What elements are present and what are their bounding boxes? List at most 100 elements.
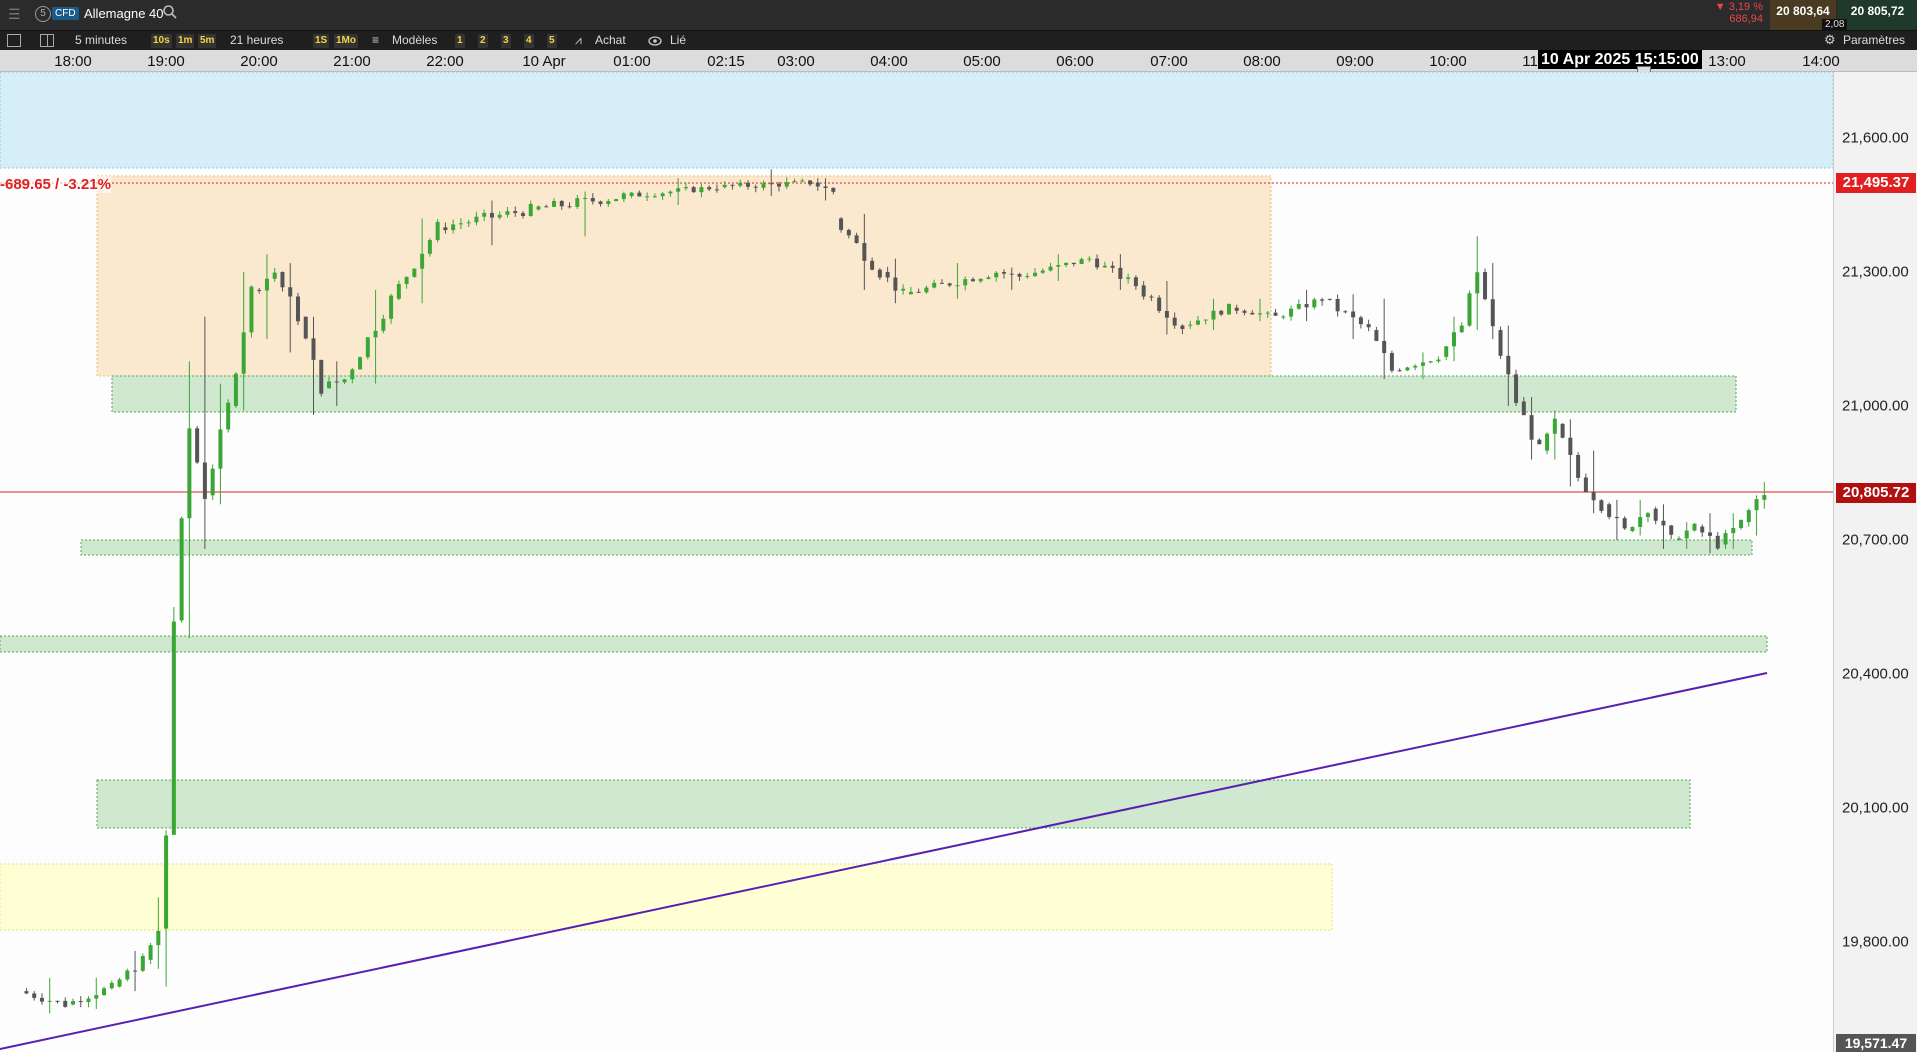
buy-button[interactable]: Achat bbox=[595, 33, 626, 47]
templates-icon[interactable]: ≡ bbox=[372, 33, 379, 47]
candle-body bbox=[1172, 317, 1177, 326]
step-icon[interactable]: 5 bbox=[35, 6, 51, 22]
price-axis: 21,600.00 21,495.37 21,300.00 21,000.00 … bbox=[1833, 72, 1917, 1052]
preset-5[interactable]: 5 bbox=[547, 34, 557, 48]
ask-price-button[interactable]: 20 805,72 bbox=[1838, 0, 1917, 30]
candle-body bbox=[1265, 312, 1270, 314]
candle-body bbox=[1653, 508, 1658, 521]
candle-body bbox=[365, 337, 370, 358]
candle-body bbox=[78, 1001, 83, 1003]
candle-body bbox=[1467, 293, 1472, 326]
list-icon[interactable] bbox=[7, 34, 21, 47]
candle-body bbox=[1250, 312, 1255, 315]
settings-button[interactable]: Paramètres bbox=[1843, 33, 1905, 47]
time-tick: 10 Apr bbox=[522, 53, 566, 70]
candle-body bbox=[1413, 365, 1418, 368]
quick-interval-1m[interactable]: 1m bbox=[176, 34, 195, 48]
price-tick: 20,700.00 bbox=[1842, 531, 1909, 549]
quick-interval-5m[interactable]: 5m bbox=[198, 34, 217, 48]
preset-3[interactable]: 3 bbox=[501, 34, 511, 48]
preset-2[interactable]: 2 bbox=[478, 34, 488, 48]
candle-body bbox=[745, 182, 750, 187]
candle-body bbox=[1304, 304, 1309, 308]
candlestick-plot[interactable] bbox=[0, 72, 1833, 1052]
candle-body bbox=[738, 182, 743, 186]
quick-range-1s[interactable]: 1S bbox=[313, 34, 330, 48]
eye-icon[interactable] bbox=[648, 35, 662, 49]
cursor-time-label: 10 Apr 2025 15:15:00 bbox=[1538, 50, 1702, 69]
price-tick: 19,800.00 bbox=[1842, 933, 1909, 951]
candle-body bbox=[1164, 310, 1169, 318]
candle-body bbox=[1723, 533, 1728, 545]
preset-1[interactable]: 1 bbox=[455, 34, 465, 48]
zone-green-3 bbox=[0, 635, 1768, 653]
candle-body bbox=[1583, 477, 1588, 492]
candle-body bbox=[1645, 513, 1650, 518]
candle-body bbox=[932, 282, 937, 288]
candle-body bbox=[808, 180, 813, 185]
time-tick: 01:00 bbox=[613, 53, 651, 70]
layout-icon[interactable] bbox=[40, 34, 54, 47]
price-tick: 20,100.00 bbox=[1842, 799, 1909, 817]
candle-body bbox=[831, 187, 836, 192]
search-icon[interactable] bbox=[162, 4, 178, 23]
candle-body bbox=[1281, 316, 1286, 318]
candle-body bbox=[1490, 299, 1495, 327]
candle-body bbox=[916, 291, 921, 293]
candle-body bbox=[32, 993, 37, 998]
candle-body bbox=[730, 184, 735, 186]
candle-body bbox=[327, 381, 332, 389]
candle-body bbox=[1754, 499, 1759, 511]
candle-body bbox=[1226, 303, 1231, 315]
price-chart[interactable]: -689.65 / -3.21% bbox=[0, 72, 1833, 1052]
time-axis: 18:00 19:00 20:00 21:00 22:00 10 Apr 01:… bbox=[0, 50, 1917, 76]
instrument-header: ☰ 5 CFD Allemagne 40 ▼ 3,19 % 686,94 20 … bbox=[0, 0, 1917, 31]
candle-body bbox=[233, 373, 238, 406]
menu-icon[interactable]: ☰ bbox=[8, 6, 21, 23]
preset-4[interactable]: 4 bbox=[524, 34, 534, 48]
candle-body bbox=[218, 429, 223, 469]
candle-body bbox=[1195, 320, 1200, 325]
interval-selector[interactable]: 5 minutes bbox=[75, 33, 127, 47]
candle-body bbox=[412, 268, 417, 277]
candle-body bbox=[179, 518, 184, 621]
time-tick: 07:00 bbox=[1150, 53, 1188, 70]
candle-body bbox=[311, 338, 316, 360]
candle-body bbox=[513, 211, 518, 214]
change-annotation: -689.65 / -3.21% bbox=[0, 176, 111, 193]
candle-body bbox=[1529, 415, 1534, 440]
candle-body bbox=[1149, 296, 1154, 298]
candle-body bbox=[722, 184, 727, 188]
candle-body bbox=[1110, 265, 1115, 268]
time-tick: 20:00 bbox=[240, 53, 278, 70]
candle-body bbox=[854, 235, 859, 244]
linked-button[interactable]: Lié bbox=[670, 33, 686, 47]
candle-body bbox=[427, 240, 432, 254]
candle-body bbox=[606, 201, 611, 205]
candle-body bbox=[1708, 532, 1713, 536]
buy-icon[interactable]: ⩘ bbox=[575, 33, 582, 48]
candle-body bbox=[1514, 374, 1519, 403]
quick-range-1mo[interactable]: 1Mo bbox=[334, 34, 358, 48]
templates-button[interactable]: Modèles bbox=[392, 33, 437, 47]
quick-interval-10s[interactable]: 10s bbox=[151, 34, 172, 48]
candle-body bbox=[1599, 500, 1604, 511]
time-tick: 18:00 bbox=[54, 53, 92, 70]
candle-body bbox=[528, 203, 533, 216]
time-tick: 21:00 bbox=[333, 53, 371, 70]
candle-body bbox=[1258, 313, 1263, 315]
candle-body bbox=[1622, 518, 1627, 529]
candle-body bbox=[264, 278, 269, 291]
candle-body bbox=[1289, 308, 1294, 317]
candle-body bbox=[1614, 517, 1619, 519]
candle-body bbox=[893, 277, 898, 291]
candle-body bbox=[567, 206, 572, 208]
gear-icon[interactable]: ⚙ bbox=[1824, 32, 1836, 48]
instrument-name[interactable]: Allemagne 40 bbox=[84, 6, 164, 21]
candle-body bbox=[497, 214, 502, 218]
candle-body bbox=[1684, 530, 1689, 539]
range-selector[interactable]: 21 heures bbox=[230, 33, 283, 47]
change-absolute: 686,94 bbox=[1729, 13, 1763, 25]
candle-body bbox=[1327, 298, 1332, 300]
candle-body bbox=[86, 998, 91, 1003]
